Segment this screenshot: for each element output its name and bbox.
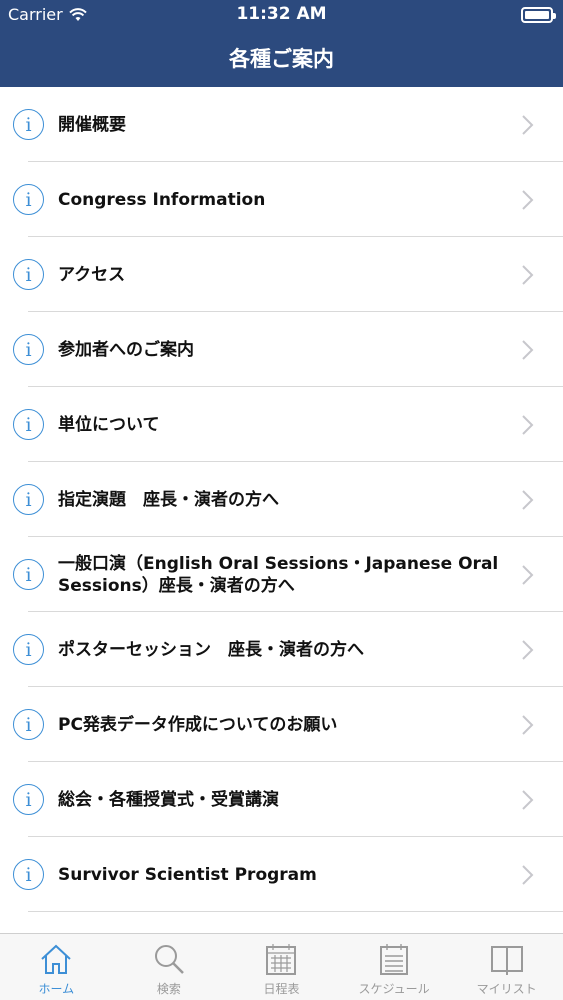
info-icon: i [13, 709, 44, 740]
info-icon: i [13, 859, 44, 890]
list-item[interactable]: i 参加者へのご案内 [0, 312, 563, 387]
page-title: 各種ご案内 [229, 47, 334, 71]
chevron-right-icon [522, 339, 534, 360]
chevron-right-icon [522, 189, 534, 210]
list-item-label: 開催概要 [58, 114, 126, 135]
list-item-label: 単位について [58, 414, 160, 435]
list-item-label: Congress Information [58, 189, 266, 210]
chevron-right-icon [522, 864, 534, 885]
list-item-label: 指定演題 座長・演者の方へ [58, 489, 279, 510]
tab-timetable[interactable]: 日程表 [225, 934, 338, 1000]
list-item-label: 総会・各種授賞式・受賞講演 [58, 789, 279, 810]
tab-bar: ホーム 検索 日程表 スケジュール マイリスト [0, 933, 563, 1000]
chevron-right-icon [522, 789, 534, 810]
list-item-label: ポスターセッション 座長・演者の方へ [58, 639, 364, 660]
chevron-right-icon [522, 639, 534, 660]
chevron-right-icon [522, 264, 534, 285]
list-item[interactable]: i Congress Information [0, 162, 563, 237]
status-bar: Carrier 11:32 AM [0, 0, 563, 30]
clock: 11:32 AM [236, 4, 327, 24]
search-icon [154, 945, 184, 974]
calendar-icon [266, 944, 297, 975]
navigation-bar: 各種ご案内 [0, 30, 563, 87]
tab-search[interactable]: 検索 [113, 934, 226, 1000]
chevron-right-icon [522, 489, 534, 510]
chevron-right-icon [522, 564, 534, 585]
list-item-label: PC発表データ作成についてのお願い [58, 714, 338, 735]
battery-icon [521, 7, 556, 23]
list-item-partial[interactable]: i [0, 912, 563, 933]
list-item[interactable]: i 指定演題 座長・演者の方へ [0, 462, 563, 537]
info-icon: i [13, 259, 44, 290]
list-item[interactable]: i PC発表データ作成についてのお願い [0, 687, 563, 762]
list-item[interactable]: i 単位について [0, 387, 563, 462]
info-icon: i [13, 559, 44, 590]
info-icon: i [13, 634, 44, 665]
list-item-label: アクセス [58, 264, 126, 285]
list-item[interactable]: i アクセス [0, 237, 563, 312]
info-icon: i [13, 109, 44, 140]
chevron-right-icon [522, 414, 534, 435]
info-icon: i [13, 484, 44, 515]
info-list[interactable]: i 開催概要 i Congress Information i アクセス i 参… [0, 87, 563, 933]
schedule-icon [380, 944, 409, 975]
tab-label: マイリスト [476, 982, 537, 996]
chevron-right-icon [522, 114, 534, 135]
tab-label: スケジュール [358, 982, 430, 996]
list-item-label: 参加者へのご案内 [58, 339, 194, 360]
tab-schedule[interactable]: スケジュール [338, 934, 451, 1000]
tab-label: ホーム [38, 982, 75, 996]
tab-label: 日程表 [263, 982, 300, 996]
list-item-label: Survivor Scientist Program [58, 864, 317, 885]
tab-home[interactable]: ホーム [0, 934, 113, 1000]
info-icon: i [13, 334, 44, 365]
chevron-right-icon [522, 714, 534, 735]
list-item[interactable]: i 開催概要 [0, 87, 563, 162]
list-item[interactable]: i 総会・各種授賞式・受賞講演 [0, 762, 563, 837]
info-icon: i [13, 409, 44, 440]
info-icon: i [13, 184, 44, 215]
home-icon [41, 944, 71, 974]
list-item[interactable]: i Survivor Scientist Program [0, 837, 563, 912]
tab-mylist[interactable]: マイリスト [450, 934, 563, 1000]
info-icon: i [13, 784, 44, 815]
book-icon [490, 946, 523, 975]
list-item[interactable]: i ポスターセッション 座長・演者の方へ [0, 612, 563, 687]
list-item[interactable]: i 一般口演（English Oral Sessions・Japanese Or… [0, 537, 563, 612]
tab-label: 検索 [156, 982, 181, 996]
list-item-label: 一般口演（English Oral Sessions・Japanese Oral… [58, 553, 499, 596]
